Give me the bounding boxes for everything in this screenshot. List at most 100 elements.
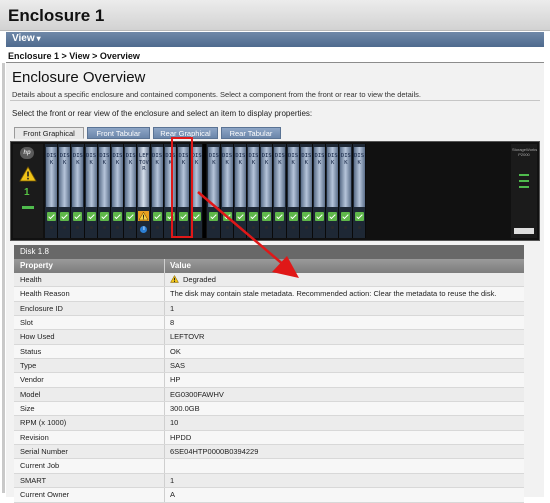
drive-bay-13[interactable]: DISK [207, 144, 221, 238]
selected-drive-highlight [171, 137, 193, 238]
activity-led-icon [318, 226, 321, 229]
drive-bay-14[interactable]: DISK [220, 144, 234, 238]
drive-bay-18[interactable]: DISK [273, 144, 287, 238]
column-divider [164, 330, 165, 344]
tab-front-tabular[interactable]: Front Tabular [87, 127, 150, 139]
drive-bay-23[interactable]: DISK [339, 144, 353, 238]
view-menu-label: View [12, 33, 35, 44]
value-cell: SAS [170, 361, 186, 371]
drive-face: DISK [72, 147, 84, 207]
drive-bay-19[interactable]: DISK [286, 144, 300, 238]
disk-properties-table: Property Value Health Degraded Health Reas… [14, 259, 524, 503]
ok-check-icon [275, 212, 285, 221]
ok-check-icon [341, 212, 351, 221]
warning-icon [170, 275, 179, 283]
drive-bay-4[interactable]: DISK [84, 144, 98, 238]
drive-bay-6[interactable]: DISK [111, 144, 125, 238]
enclosure-front-view: hp 1 DISK DISK DISK DISK DISK DISK DISK LEFTOVR… [10, 141, 540, 241]
table-row[interactable]: Type SAS [14, 359, 524, 374]
drive-face: DISK [340, 147, 352, 207]
drive-bay-17[interactable]: DISK [260, 144, 274, 238]
drive-bay-16[interactable]: DISK [247, 144, 261, 238]
table-row[interactable]: RPM (x 1000) 10 [14, 416, 524, 431]
value-cell: EG0300FAWHV [170, 389, 224, 399]
drive-bay-2[interactable]: DISK [58, 144, 72, 238]
value-column-header[interactable]: Value [170, 259, 191, 273]
ok-check-icon [288, 212, 298, 221]
drive-bay-1[interactable]: DISK [45, 144, 59, 238]
drive-label: DISK [248, 153, 259, 166]
value-cell: HP [170, 375, 181, 385]
table-row[interactable]: Enclosure ID 1 [14, 301, 524, 317]
page-title: Enclosure Overview [12, 69, 146, 86]
ok-check-icon [192, 212, 202, 221]
table-row[interactable]: Vendor HP [14, 373, 524, 388]
activity-led-icon [344, 226, 348, 229]
drive-face: DISK [151, 147, 163, 207]
drive-bay-20[interactable]: DISK [299, 144, 313, 238]
column-divider [164, 459, 165, 473]
drive-bay-15[interactable]: DISK [233, 144, 247, 238]
health-value: Degraded [183, 275, 216, 284]
drive-label: DISK [112, 153, 123, 166]
enclosure-left-ear[interactable]: hp 1 [13, 144, 43, 238]
table-row[interactable]: Serial Number 6SE04HTP0000B0394229 [14, 445, 524, 460]
table-row[interactable]: Current Job [14, 459, 524, 474]
ok-check-icon [262, 212, 272, 221]
ok-check-icon [126, 212, 136, 221]
table-row[interactable]: Slot 8 [14, 316, 524, 331]
drive-label: DISK [46, 153, 57, 166]
column-divider [164, 373, 165, 387]
drive-bay-8[interactable]: LEFTOVR i [137, 144, 151, 238]
drive-bay-9[interactable]: DISK [150, 144, 164, 238]
page-description: Details about a specific enclosure and c… [12, 90, 421, 99]
table-row[interactable]: SMART 1 [14, 473, 524, 489]
activity-led-icon [238, 226, 242, 229]
tab-front-graphical[interactable]: Front Graphical [14, 127, 84, 139]
table-row[interactable]: Size 300.0GB [14, 402, 524, 417]
activity-led-icon [50, 226, 53, 229]
tab-rear-tabular[interactable]: Rear Tabular [221, 127, 281, 139]
column-divider [164, 273, 165, 287]
activity-led-icon [76, 226, 80, 229]
table-row[interactable]: Current Owner A [14, 488, 524, 503]
property-cell: Enclosure ID [20, 303, 63, 313]
view-menu[interactable]: View ▾ [12, 33, 41, 44]
property-column-header[interactable]: Property [20, 259, 53, 273]
drive-face: DISK [287, 147, 299, 207]
property-cell: RPM (x 1000) [20, 418, 67, 428]
enclosure-divider [203, 144, 207, 238]
drive-label: DISK [327, 153, 338, 166]
drive-bay-22[interactable]: DISK [326, 144, 340, 238]
drive-bay-5[interactable]: DISK [97, 144, 111, 238]
table-row[interactable]: Status OK [14, 344, 524, 360]
enclosure-right-ear[interactable]: StorageWorks P2000 [511, 144, 537, 238]
table-row[interactable]: Model EG0300FAWHV [14, 387, 524, 403]
drive-bay-7[interactable]: DISK [124, 144, 138, 238]
table-row[interactable]: Revision HPDD [14, 430, 524, 446]
table-row[interactable]: Health Reason The disk may contain stale … [14, 287, 524, 302]
value-cell: OK [170, 346, 181, 356]
activity-led-icon [291, 226, 295, 229]
drive-face: DISK [85, 147, 97, 207]
property-cell: SMART [20, 475, 47, 485]
property-cell: Status [20, 346, 42, 356]
property-cell: Health [20, 275, 42, 284]
value-cell: 6SE04HTP0000B0394229 [170, 447, 259, 457]
column-divider [164, 402, 165, 416]
column-divider [164, 416, 165, 430]
drive-bay-3[interactable]: DISK [71, 144, 85, 238]
drive-bay-21[interactable]: DISK [313, 144, 327, 238]
table-row[interactable]: How Used LEFTOVR [14, 330, 524, 345]
drive-bay-24[interactable]: DISK [352, 144, 366, 238]
window-title: Enclosure 1 [8, 6, 105, 25]
column-divider [164, 316, 165, 330]
property-cell: Vendor [20, 375, 44, 385]
drive-face: DISK [300, 147, 312, 207]
drive-label: DISK [340, 153, 351, 166]
drive-label: DISK [59, 153, 70, 166]
drive-label: DISK [208, 153, 219, 166]
table-row[interactable]: Health Degraded [14, 273, 524, 288]
activity-led-icon [252, 226, 255, 229]
hp-logo-icon: hp [20, 147, 34, 159]
